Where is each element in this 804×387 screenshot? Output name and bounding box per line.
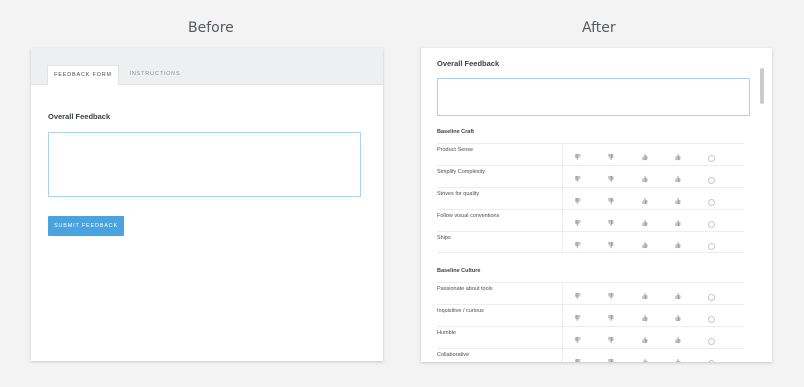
no-opinion-radio-icon[interactable] [708,360,715,362]
baseline-culture-rows: Passionate about tools 👎 👎 👍 👍 Inquisitive / … [437,282,744,362]
thumbs-down-icon[interactable]: 👎 [607,155,615,161]
rating-row: Strives for quality 👎 👎 👍 👍 [437,187,744,209]
no-opinion-radio-icon[interactable] [708,221,715,228]
thumbs-up-icon[interactable]: 👍 [641,360,649,362]
rating-row: Inquisitive / curious 👎 👎 👍 👍 [437,304,744,326]
overall-feedback-title: Overall Feedback [437,59,500,68]
submit-feedback-button[interactable]: SUBMIT FEEDBACK [48,216,124,236]
rating-row-label: Strives for quality [437,191,480,197]
rating-row: Simplify Complexity 👎 👎 👍 👍 [437,165,744,187]
no-opinion-radio-icon[interactable] [708,316,715,323]
thumbs-down-double-icon[interactable]: 👎 [574,199,582,205]
before-heading: Before [188,20,234,36]
overall-feedback-textarea[interactable] [48,132,361,197]
overall-feedback-textarea[interactable] [437,78,750,116]
thumbs-down-double-icon[interactable]: 👎 [574,294,582,300]
thumbs-up-double-icon[interactable]: 👍 [674,316,682,322]
row-divider [562,327,563,348]
thumbs-up-double-icon[interactable]: 👍 [674,243,682,249]
thumbs-up-double-icon[interactable]: 👍 [674,221,682,227]
after-heading: After [582,20,616,36]
thumbs-up-icon[interactable]: 👍 [641,316,649,322]
rating-row: Ships 👎 👎 👍 👍 [437,231,744,253]
thumbs-down-double-icon[interactable]: 👎 [574,155,582,161]
thumbs-down-icon[interactable]: 👎 [607,199,615,205]
row-divider [562,232,563,252]
thumbs-up-double-icon[interactable]: 👍 [674,294,682,300]
no-opinion-radio-icon[interactable] [708,338,715,345]
thumbs-up-icon[interactable]: 👍 [641,155,649,161]
thumbs-down-double-icon[interactable]: 👎 [574,316,582,322]
overall-feedback-title: Overall Feedback [48,112,111,121]
row-divider [562,283,563,304]
rating-row-label: Passionate about tools [437,286,493,292]
no-opinion-radio-icon[interactable] [708,294,715,301]
no-opinion-radio-icon[interactable] [708,199,715,206]
thumbs-down-double-icon[interactable]: 👎 [574,243,582,249]
thumbs-down-icon[interactable]: 👎 [607,360,615,362]
row-divider [562,305,563,326]
before-panel: FEEDBACK FORM INSTRUCTIONS Overall Feedb… [31,48,383,361]
thumbs-up-icon[interactable]: 👍 [641,338,649,344]
thumbs-up-double-icon[interactable]: 👍 [674,155,682,161]
row-divider [562,349,563,362]
section-title-baseline-craft: Baseline Craft [437,129,474,135]
thumbs-up-double-icon[interactable]: 👍 [674,199,682,205]
row-divider [562,210,563,231]
no-opinion-radio-icon[interactable] [708,177,715,184]
baseline-craft-rows: Product Sense 👎 👎 👍 👍 Simplify Complexity 👎 👎 👍 👍… [437,143,744,253]
thumbs-up-icon[interactable]: 👍 [641,243,649,249]
thumbs-down-icon[interactable]: 👎 [607,221,615,227]
tab-feedback-form[interactable]: FEEDBACK FORM [47,65,119,85]
thumbs-down-double-icon[interactable]: 👎 [574,338,582,344]
rating-row-label: Humble [437,330,456,336]
thumbs-up-icon[interactable]: 👍 [641,221,649,227]
thumbs-down-double-icon[interactable]: 👎 [574,177,582,183]
thumbs-down-double-icon[interactable]: 👎 [574,221,582,227]
section-title-baseline-culture: Baseline Culture [437,268,481,274]
thumbs-down-icon[interactable]: 👎 [607,177,615,183]
thumbs-down-icon[interactable]: 👎 [607,243,615,249]
row-divider [562,166,563,187]
thumbs-down-icon[interactable]: 👎 [607,316,615,322]
rating-row-label: Inquisitive / curious [437,308,484,314]
thumbs-down-icon[interactable]: 👎 [607,338,615,344]
rating-row: Product Sense 👎 👎 👍 👍 [437,143,744,165]
no-opinion-radio-icon[interactable] [708,243,715,250]
thumbs-up-icon[interactable]: 👍 [641,177,649,183]
thumbs-down-double-icon[interactable]: 👎 [574,360,582,362]
row-divider [562,188,563,209]
rating-row-label: Product Sense [437,147,474,153]
rating-row-label: Collaborative [437,352,470,358]
rating-row: Passionate about tools 👎 👎 👍 👍 [437,282,744,304]
thumbs-up-double-icon[interactable]: 👍 [674,177,682,183]
scrollbar[interactable] [759,64,765,362]
thumbs-up-icon[interactable]: 👍 [641,294,649,300]
rating-row: Humble 👎 👎 👍 👍 [437,326,744,348]
thumbs-up-icon[interactable]: 👍 [641,199,649,205]
rating-row-label: Follow visual conventions [437,213,500,219]
after-panel: Overall Feedback Baseline Craft Product … [421,48,772,362]
tab-bar: FEEDBACK FORM INSTRUCTIONS [31,48,383,85]
row-divider [562,144,563,165]
rating-row-label: Ships [437,235,451,241]
tab-instructions[interactable]: INSTRUCTIONS [129,65,181,84]
scrollbar-thumb[interactable] [760,68,764,104]
thumbs-up-double-icon[interactable]: 👍 [674,338,682,344]
rating-row: Collaborative 👎 👎 👍 👍 [437,348,744,362]
thumbs-down-icon[interactable]: 👎 [607,294,615,300]
no-opinion-radio-icon[interactable] [708,155,715,162]
rating-row-label: Simplify Complexity [437,169,485,175]
rating-row: Follow visual conventions 👎 👎 👍 👍 [437,209,744,231]
thumbs-up-double-icon[interactable]: 👍 [674,360,682,362]
